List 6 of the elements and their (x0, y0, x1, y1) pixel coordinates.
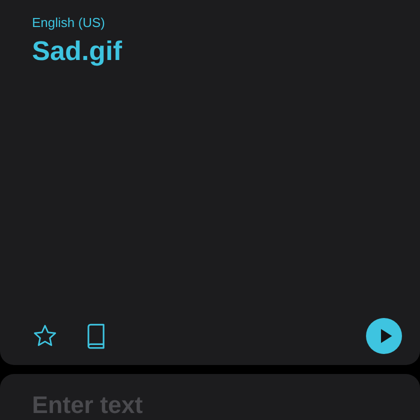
book-icon[interactable] (85, 323, 107, 349)
language-label: English (US) (32, 14, 105, 32)
play-icon (378, 328, 392, 344)
result-text: Sad.gif (32, 35, 122, 68)
play-button[interactable] (366, 318, 402, 354)
star-icon[interactable] (32, 323, 58, 349)
